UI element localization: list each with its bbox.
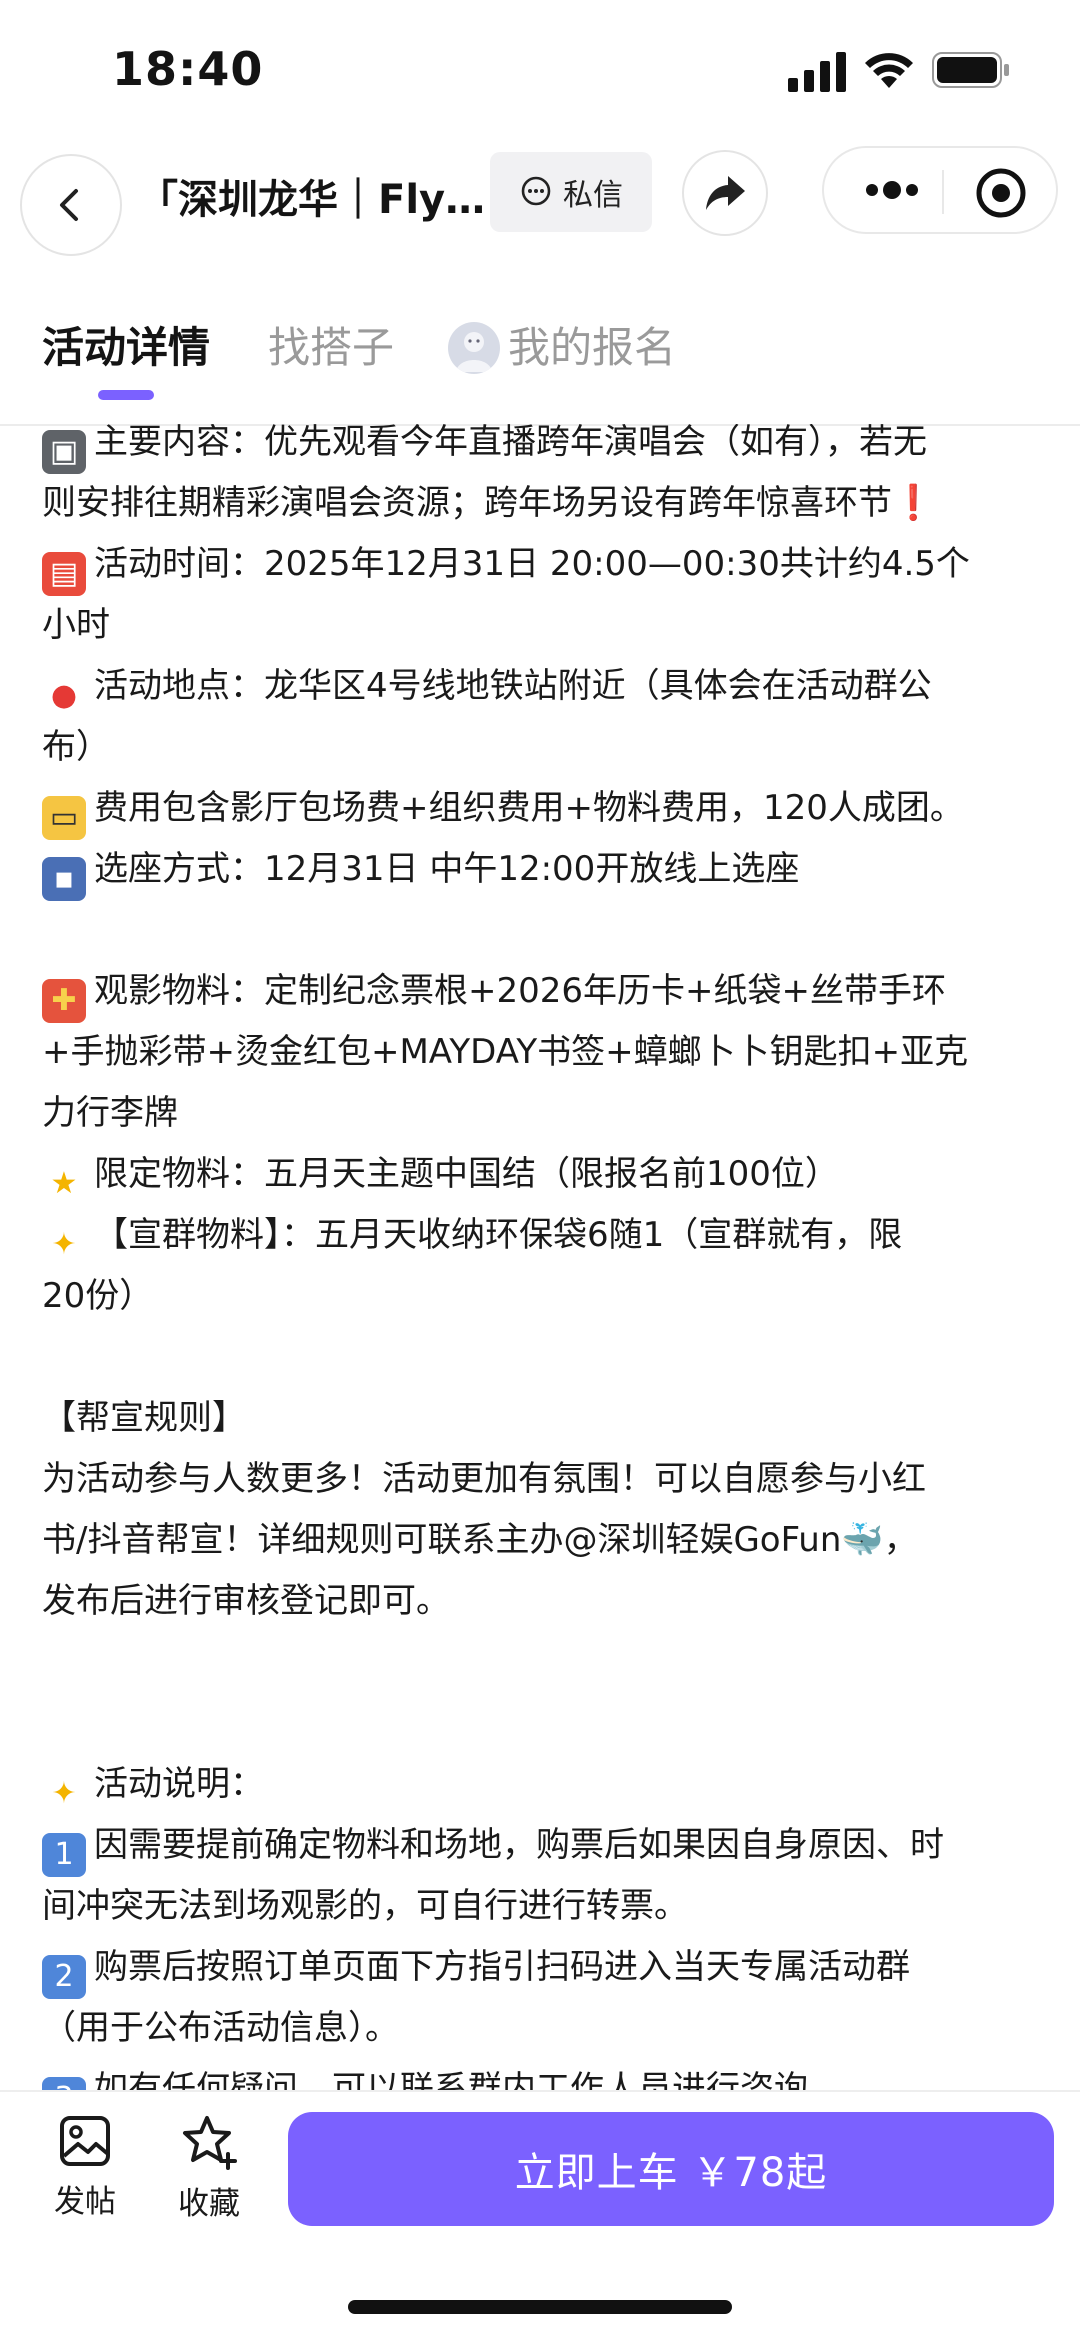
content-line-text: 主要内容：优先观看今年直播跨年演唱会（如有），若无 <box>94 424 927 462</box>
content-line <box>42 900 1042 961</box>
tab-find-partner[interactable]: 找搭子 <box>268 318 394 378</box>
content-line: 布） <box>42 717 1042 778</box>
tab-my-signup[interactable]: 我的报名 <box>448 318 676 378</box>
content-line-text: 为活动参与人数更多！活动更加有氛围！可以自愿参与小红 <box>42 1459 926 1499</box>
status-bar: 18:40 <box>0 0 1080 140</box>
film-projector-icon: ▣ <box>42 430 86 474</box>
battery-icon <box>932 52 1009 88</box>
content-line: ✦ 活动说明： <box>42 1754 1042 1815</box>
content-line: 【帮宣规则】 <box>42 1388 1042 1449</box>
join-now-button[interactable]: 立即上车 ￥78起 <box>288 2112 1054 2226</box>
content-line: 1 因需要提前确定物料和场地，购票后如果因自身原因、时 <box>42 1815 1042 1877</box>
cellular-signal-icon <box>788 52 846 92</box>
content-line-text: 限定物料：五月天主题中国结（限报名前100位） <box>94 1154 839 1194</box>
chevron-left-icon <box>60 189 78 221</box>
keycap-2-icon: 2 <box>42 1955 86 1999</box>
content-line: 2 购票后按照订单页面下方指引扫码进入当天专属活动群 <box>42 1937 1042 1999</box>
tab-my-signup-label: 我的报名 <box>508 323 677 372</box>
nav-bar: 「深圳龙华｜Fly ... 私信 <box>0 146 1080 262</box>
content-line-text: 活动时间：2025年12月31日 20:00—00:30共计约4.5个 <box>94 544 970 584</box>
content-line: ▭ 费用包含影厅包场费+组织费用+物料费用，120人成团。 <box>42 778 1042 840</box>
capsule-divider <box>942 170 944 214</box>
activity-content-scroll[interactable]: ▣ 主要内容：优先观看今年直播跨年演唱会（如有），若无则安排往期精彩演唱会资源；跨… <box>0 424 1080 2090</box>
activity-description: ▣ 主要内容：优先观看今年直播跨年演唱会（如有），若无则安排往期精彩演唱会资源；跨… <box>42 424 1042 2090</box>
content-line: （用于公布活动信息）。 <box>42 1998 1042 2059</box>
star-add-icon <box>183 2116 237 2170</box>
content-line-text: （用于公布活动信息）。 <box>42 2008 399 2048</box>
content-line: ▪ 选座方式：12月31日 中午12:00开放线上选座 <box>42 839 1042 901</box>
tab-activity-details[interactable]: 活动详情 <box>42 318 210 378</box>
private-message-label: 私信 <box>563 178 623 213</box>
content-line-text: 间冲突无法到场观影的，可自行进行转票。 <box>42 1886 688 1926</box>
home-indicator <box>348 2300 732 2314</box>
favorite-button[interactable]: 收藏 <box>154 2114 264 2223</box>
private-message-button[interactable]: 私信 <box>490 152 652 232</box>
more-dots-icon[interactable] <box>854 170 934 210</box>
content-line-text: 活动地点：龙华区4号线地铁站附近（具体会在活动群公 <box>94 666 932 706</box>
dizzy-icon: ✦ <box>51 1227 77 1262</box>
content-line-text: 【宣群物料】：五月天收纳环保袋6随1（宣群就有，限 <box>94 1215 903 1255</box>
back-button[interactable] <box>20 154 122 256</box>
content-line: ● 活动地点：龙华区4号线地铁站附近（具体会在活动群公 <box>42 656 1042 717</box>
keycap-1-icon: 1 <box>42 1833 86 1877</box>
content-line: +手抛彩带+烫金红包+MAYDAY书签+蟑螂卜卜钥匙扣+亚克 <box>42 1022 1042 1083</box>
content-line: ▤ 活动时间：2025年12月31日 20:00—00:30共计约4.5个 <box>42 534 1042 596</box>
content-line: 为活动参与人数更多！活动更加有氛围！可以自愿参与小红 <box>42 1449 1042 1510</box>
chat-bubble-icon <box>521 176 551 206</box>
favorite-label: 收藏 <box>178 2186 240 2222</box>
content-line-text: 布） <box>42 727 110 767</box>
seat-icon: ▪ <box>42 857 86 901</box>
status-time: 18:40 <box>112 42 264 96</box>
content-line-text: 书/抖音帮宣！详细规则可联系主办@深圳轻娱GoFun🐳， <box>42 1520 918 1560</box>
content-line: 书/抖音帮宣！详细规则可联系主办@深圳轻娱GoFun🐳， <box>42 1510 1042 1571</box>
user-avatar <box>448 322 500 374</box>
content-line: 则安排往期精彩演唱会资源；跨年场另设有跨年惊喜环节❗ <box>42 473 1042 534</box>
content-line: 间冲突无法到场观影的，可自行进行转票。 <box>42 1876 1042 1937</box>
content-line: 发布后进行审核登记即可。 <box>42 1571 1042 1632</box>
content-line: 3 如有任何疑问，可以联系群内工作人员进行咨询 <box>42 2059 1042 2090</box>
glowing-star-icon: ★ <box>50 1166 78 1201</box>
content-line: ✚ 观影物料：定制纪念票根+2026年历卡+纸袋+丝带手环 <box>42 961 1042 1023</box>
calendar-icon: ▤ <box>42 552 86 596</box>
content-line-text: 如有任何疑问，可以联系群内工作人员进行咨询 <box>94 2069 808 2090</box>
close-circle-icon[interactable] <box>974 166 1028 220</box>
post-button[interactable]: 发帖 <box>30 2114 140 2221</box>
content-line-text: 购票后按照订单页面下方指引扫码进入当天专属活动群 <box>94 1947 910 1987</box>
active-tab-indicator <box>98 390 154 400</box>
content-line-text: 力行李牌 <box>42 1093 178 1133</box>
share-arrow-icon <box>706 176 745 210</box>
page-title: 「深圳龙华｜Fly ... <box>138 177 494 223</box>
content-line: ★ 限定物料：五月天主题中国结（限报名前100位） <box>42 1144 1042 1205</box>
content-line: ✦ 【宣群物料】：五月天收纳环保袋6随1（宣群就有，限 <box>42 1205 1042 1266</box>
content-line-text: 活动说明： <box>94 1764 264 1804</box>
wifi-icon <box>865 53 913 88</box>
content-line-text: 因需要提前确定物料和场地，购票后如果因自身原因、时 <box>94 1825 944 1865</box>
dizzy-icon: ✦ <box>51 1776 77 1811</box>
round-pushpin-icon: ● <box>50 678 78 713</box>
content-line-text: 【帮宣规则】 <box>42 1398 246 1438</box>
content-line-text: 观影物料：定制纪念票根+2026年历卡+纸袋+丝带手环 <box>94 971 946 1011</box>
content-line-text: 费用包含影厅包场费+组织费用+物料费用，120人成团。 <box>94 788 964 828</box>
mini-program-capsule <box>822 146 1058 234</box>
content-line <box>42 1632 1042 1693</box>
post-label: 发帖 <box>54 2184 116 2220</box>
content-line: 小时 <box>42 595 1042 656</box>
keycap-3-icon: 3 <box>42 2077 86 2090</box>
content-line-text: 发布后进行审核登记即可。 <box>42 1581 450 1621</box>
share-button[interactable] <box>682 150 768 236</box>
content-line-text: 20份） <box>42 1276 154 1316</box>
content-line-text: 则安排往期精彩演唱会资源；跨年场另设有跨年惊喜环节❗ <box>42 483 935 523</box>
content-line-text: 小时 <box>42 605 110 645</box>
content-line <box>42 1327 1042 1388</box>
content-line: 力行李牌 <box>42 1083 1042 1144</box>
ticket-icon: ▭ <box>42 796 86 840</box>
gift-icon: ✚ <box>42 979 86 1023</box>
content-line: ▣ 主要内容：优先观看今年直播跨年演唱会（如有），若无 <box>42 424 1042 474</box>
content-line: 20份） <box>42 1266 1042 1327</box>
tab-bar: 活动详情 找搭子 我的报名 <box>0 300 1080 426</box>
content-line <box>42 1693 1042 1754</box>
content-line-text: 选座方式：12月31日 中午12:00开放线上选座 <box>94 849 800 889</box>
content-line-text: +手抛彩带+烫金红包+MAYDAY书签+蟑螂卜卜钥匙扣+亚克 <box>42 1032 969 1072</box>
image-post-icon <box>60 2116 110 2166</box>
